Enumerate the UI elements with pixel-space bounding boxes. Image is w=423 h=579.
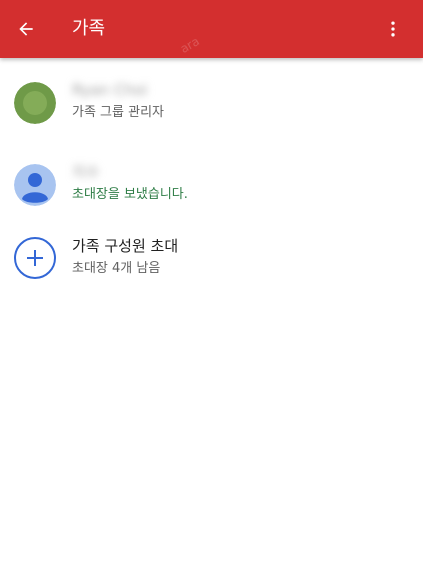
family-member-row[interactable]: 지수 초대장을 보냈습니다. [0, 148, 423, 222]
blurred-name: 지수 [72, 163, 100, 181]
more-vert-icon [391, 21, 395, 37]
watermark: ara [177, 34, 202, 56]
member-text: 지수 초대장을 보냈습니다. [72, 162, 188, 204]
app-bar: 가족 ara [0, 0, 423, 58]
member-text: Ryan Choi 가족 그룹 관리자 [72, 80, 164, 122]
invite-label: 가족 구성원 초대 [72, 237, 179, 255]
family-list: Ryan Choi 가족 그룹 관리자 지수 초대장을 보냈습니다. 가족 구성… [0, 58, 423, 296]
family-member-row[interactable]: Ryan Choi 가족 그룹 관리자 [0, 58, 423, 148]
back-button[interactable] [6, 9, 46, 49]
invite-status: 초대장을 보냈습니다. [72, 187, 188, 202]
member-name: Ryan Choi [72, 80, 164, 100]
member-role: 가족 그룹 관리자 [72, 105, 164, 120]
arrow-back-icon [19, 22, 33, 36]
invite-text: 가족 구성원 초대 초대장 4개 남음 [72, 236, 178, 278]
invite-member-row[interactable]: 가족 구성원 초대 초대장 4개 남음 [0, 222, 423, 296]
more-options-button[interactable] [373, 9, 413, 49]
member-avatar [14, 164, 56, 206]
default-person-avatar [14, 164, 56, 206]
blurred-name: Ryan Choi [72, 81, 148, 99]
page-title: 가족 [72, 18, 106, 39]
green-photo-avatar [14, 82, 56, 124]
add-circle-icon [14, 237, 56, 279]
member-name: 지수 [72, 162, 188, 182]
member-avatar [14, 82, 56, 124]
invites-remaining: 초대장 4개 남음 [72, 261, 161, 276]
plus-icon [27, 250, 43, 266]
